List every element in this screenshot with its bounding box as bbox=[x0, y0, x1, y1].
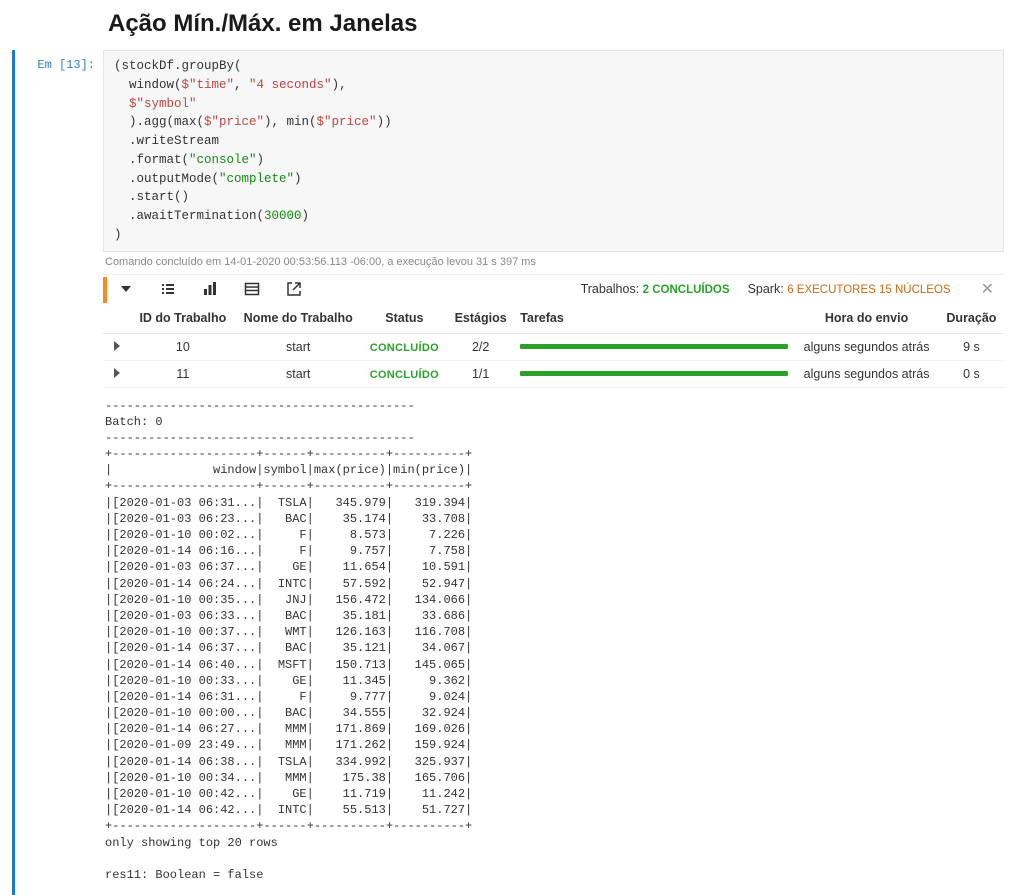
cell: Em [13]: (stockDf.groupBy( window($"time… bbox=[12, 50, 1012, 895]
expand-row-icon[interactable] bbox=[114, 368, 120, 378]
col-id: ID do Trabalho bbox=[131, 305, 235, 334]
close-icon[interactable]: ✕ bbox=[977, 279, 998, 299]
progress-bar bbox=[520, 344, 788, 349]
input-prompt: Em [13]: bbox=[15, 50, 103, 72]
cell-id: 11 bbox=[131, 360, 235, 387]
list-view-icon[interactable] bbox=[159, 280, 177, 298]
col-duration: Duração bbox=[939, 305, 1004, 334]
expand-row-icon[interactable] bbox=[114, 341, 120, 351]
jobs-label: Trabalhos: bbox=[581, 282, 640, 296]
cell-id: 10 bbox=[131, 333, 235, 360]
status-badge: CONCLUÍDO bbox=[370, 369, 439, 381]
table-row: 10start CONCLUÍDO 2/2 alguns segundos atrás… bbox=[103, 333, 1004, 360]
col-tasks: Tarefas bbox=[514, 305, 794, 334]
page-title: Ação Mín./Máx. em Janelas bbox=[108, 10, 1012, 38]
jobs-count[interactable]: 2 CONCLUÍDOS bbox=[643, 284, 730, 296]
col-stages: Estágios bbox=[447, 305, 514, 334]
col-status: Status bbox=[362, 305, 447, 334]
cell-duration: 9 s bbox=[939, 333, 1004, 360]
jobs-table: ID do Trabalho Nome do Trabalho Status E… bbox=[103, 305, 1004, 388]
spark-label: Spark: bbox=[748, 282, 784, 296]
execution-info: Comando concluído em 14-01-2020 00:53:56… bbox=[103, 252, 1004, 275]
table-view-icon[interactable] bbox=[243, 280, 261, 298]
cell-name: start bbox=[235, 333, 362, 360]
spark-info[interactable]: 6 EXECUTORES 15 NÚCLEOS bbox=[787, 284, 950, 296]
cell-submitted: alguns segundos atrás bbox=[794, 360, 939, 387]
console-output: ----------------------------------------… bbox=[103, 388, 1004, 895]
table-row: 11start CONCLUÍDO 1/1 alguns segundos atrás… bbox=[103, 360, 1004, 387]
cell-submitted: alguns segundos atrás bbox=[794, 333, 939, 360]
col-name: Nome do Trabalho bbox=[235, 305, 362, 334]
bar-chart-icon[interactable] bbox=[201, 280, 219, 298]
cell-stages: 2/2 bbox=[447, 333, 514, 360]
col-expand bbox=[103, 305, 131, 334]
cell-duration: 0 s bbox=[939, 360, 1004, 387]
collapse-toggle-icon[interactable] bbox=[117, 280, 135, 298]
status-badge: CONCLUÍDO bbox=[370, 342, 439, 354]
col-submitted: Hora do envio bbox=[794, 305, 939, 334]
progress-bar bbox=[520, 371, 788, 376]
jobs-bar: Trabalhos: 2 CONCLUÍDOS Spark: 6 EXECUTO… bbox=[103, 277, 1004, 303]
open-external-icon[interactable] bbox=[285, 280, 303, 298]
code-input[interactable]: (stockDf.groupBy( window($"time", "4 sec… bbox=[103, 50, 1004, 252]
cell-stages: 1/1 bbox=[447, 360, 514, 387]
cell-name: start bbox=[235, 360, 362, 387]
